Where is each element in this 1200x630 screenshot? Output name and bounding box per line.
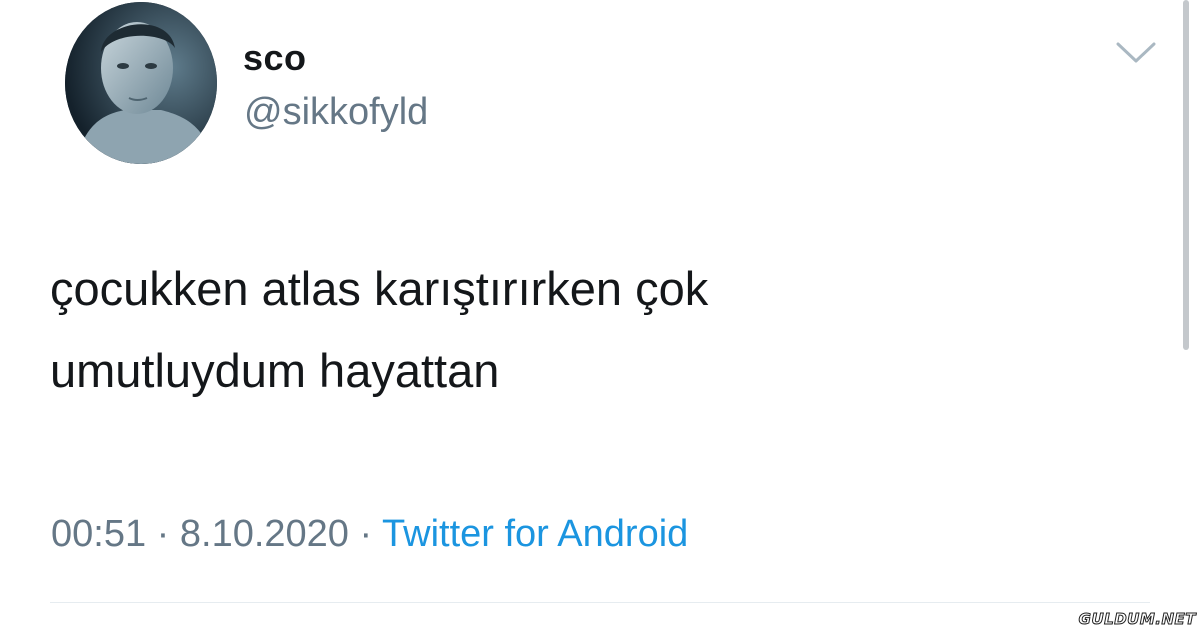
- tweet-time[interactable]: 00:51: [51, 513, 146, 555]
- avatar[interactable]: [65, 2, 217, 164]
- user-handle[interactable]: @sikkofyld: [244, 88, 428, 136]
- tweet-text-line: umutluydum hayattan: [50, 344, 500, 397]
- tweet-source-link[interactable]: Twitter for Android: [382, 513, 688, 555]
- chevron-down-icon[interactable]: [1115, 41, 1157, 65]
- scrollbar[interactable]: [1183, 0, 1189, 350]
- display-name[interactable]: sco: [243, 36, 307, 80]
- meta-separator: ·: [348, 513, 383, 555]
- tweet-date[interactable]: 8.10.2020: [180, 513, 349, 555]
- avatar-portrait-image: [65, 2, 217, 164]
- meta-separator: ·: [146, 513, 180, 555]
- tweet-text: çocukken atlas karıştırırken çok umutluy…: [50, 248, 1130, 412]
- tweet-text-line: çocukken atlas karıştırırken çok: [50, 262, 709, 315]
- watermark-logo: GULDUM.NET: [1078, 610, 1196, 629]
- divider: [50, 602, 1150, 603]
- tweet-meta: 00:51 · 8.10.2020 · Twitter for Android: [51, 508, 688, 560]
